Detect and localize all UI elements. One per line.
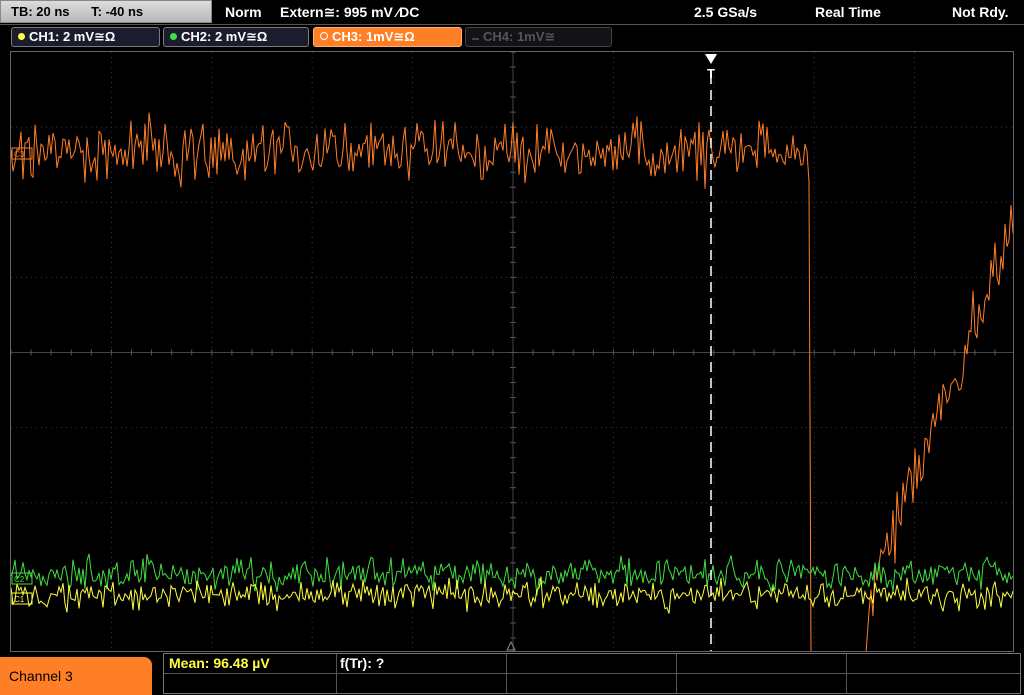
ch2-dot-icon	[170, 33, 177, 40]
tab-ch3[interactable]: CH3: 1mV≅Ω	[313, 27, 462, 47]
header-divider	[0, 24, 1024, 25]
tab-ch3-label: CH3: 1mV≅Ω	[332, 29, 415, 44]
tab-ch2[interactable]: CH2: 2 mV≅Ω	[163, 27, 309, 47]
meas-col-divider	[846, 654, 847, 693]
acquire-mode[interactable]: Real Time	[815, 0, 881, 24]
meas-col-divider	[506, 654, 507, 693]
waveform-svg: T C3 C2 C1	[11, 52, 1013, 651]
center-marker-icon	[506, 640, 516, 651]
meas-col-divider	[676, 654, 677, 693]
timebase-box[interactable]: TB: 20 ns T: -40 ns	[0, 0, 212, 23]
waveform-display[interactable]: T C3 C2 C1	[10, 51, 1014, 652]
tab-ch4-label: CH4: 1mV≅	[483, 29, 556, 44]
tab-ch4[interactable]: CH4: 1mV≅	[465, 27, 612, 47]
selected-channel-label[interactable]: Channel 3	[0, 657, 152, 695]
ch2-marker-label: C2	[14, 575, 25, 584]
meas-row-divider	[164, 673, 1020, 674]
ch3-dot-icon	[320, 32, 328, 40]
frequency-measurement: f(Tr): ?	[340, 655, 385, 671]
acquisition-status: Not Rdy.	[952, 4, 1009, 20]
trigger-source[interactable]: Extern≅: 995 mV ⁄DC	[280, 0, 419, 24]
tab-ch1-label: CH1: 2 mV≅Ω	[29, 29, 116, 44]
ch1-dot-icon	[18, 33, 25, 40]
timebase-value: TB: 20 ns	[11, 4, 70, 19]
ch2-trace	[11, 553, 1013, 596]
meas-col-divider	[336, 654, 337, 693]
trigger-marker-label: T	[707, 66, 715, 81]
trigger-mode[interactable]: Norm	[225, 0, 262, 24]
grid	[11, 52, 1013, 651]
tab-ch1[interactable]: CH1: 2 mV≅Ω	[11, 27, 160, 47]
measurement-panel[interactable]: Mean: 96.48 µV f(Tr): ?	[163, 653, 1021, 694]
channel-tabs: CH1: 2 mV≅Ω CH2: 2 mV≅Ω CH3: 1mV≅Ω CH4: …	[0, 26, 1024, 50]
ch4-dash-icon	[472, 38, 479, 40]
tab-ch2-label: CH2: 2 mV≅Ω	[181, 29, 268, 44]
mean-measurement: Mean: 96.48 µV	[169, 655, 270, 671]
trigger-arrow-icon[interactable]	[705, 54, 717, 64]
trigger-time-value: T: -40 ns	[91, 4, 144, 19]
sample-rate[interactable]: 2.5 GSa/s	[694, 0, 757, 24]
ch1-marker-label: C1	[14, 595, 25, 604]
status-bar: TB: 20 ns T: -40 ns Norm Extern≅: 995 mV…	[0, 0, 1024, 25]
ch3-marker-label: C3	[14, 150, 25, 159]
